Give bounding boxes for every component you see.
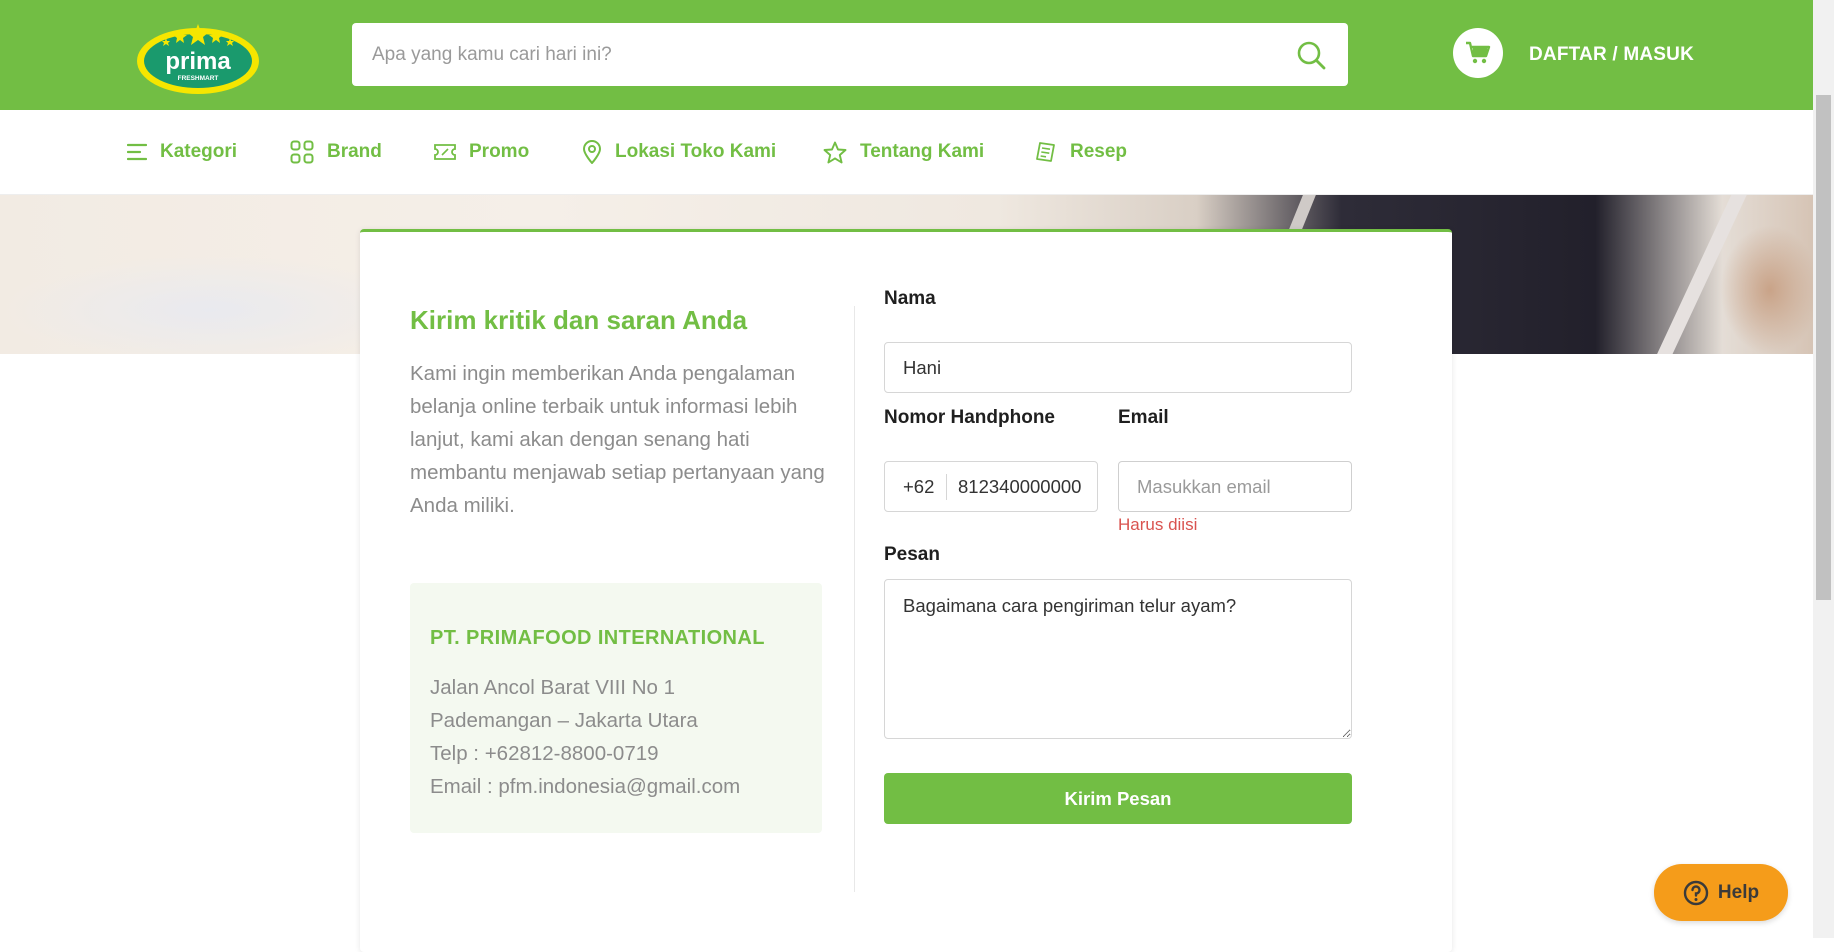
- search-icon[interactable]: [1296, 40, 1326, 70]
- top-header: prima FRESHMART DAFTAR / MASUK: [0, 0, 1813, 110]
- phone-country-code: +62: [903, 476, 935, 497]
- phone-label: Nomor Handphone: [884, 407, 1055, 428]
- cart-icon: [1466, 41, 1491, 64]
- phone-separator: [946, 474, 947, 500]
- company-info-box: PT. PRIMAFOOD INTERNATIONAL Jalan Ancol …: [410, 583, 822, 833]
- nav-item-label: Promo: [469, 141, 530, 162]
- message-label: Pesan: [884, 544, 940, 565]
- search-bar: [352, 23, 1348, 86]
- prima-freshmart-logo[interactable]: prima FRESHMART: [136, 21, 260, 95]
- nav-item-promo[interactable]: Promo: [434, 110, 529, 194]
- nav-item-label: Resep: [1070, 141, 1128, 162]
- category-navbar: Kategori Brand Promo Lokasi Toko Kami Te…: [0, 110, 1813, 195]
- message-textarea[interactable]: Bagaimana cara pengiriman telur ayam?: [884, 579, 1352, 739]
- phone-field: +62: [884, 461, 1098, 512]
- name-label: Nama: [884, 288, 936, 309]
- email-label: Email: [1118, 407, 1169, 428]
- company-address: Jalan Ancol Barat VIII No 1 Pademangan –…: [430, 671, 740, 803]
- company-name: PT. PRIMAFOOD INTERNATIONAL: [430, 627, 765, 649]
- name-field[interactable]: [884, 342, 1352, 393]
- page-title: Kirim kritik dan saran Anda: [410, 305, 748, 335]
- send-message-button[interactable]: Kirim Pesan: [884, 773, 1352, 824]
- nav-item-tentang[interactable]: Tentang Kami: [823, 110, 984, 194]
- intro-text: Kami ingin memberikan Anda pengalaman be…: [410, 362, 825, 517]
- location-pin-icon: [582, 140, 602, 164]
- address-line-1: Jalan Ancol Barat VIII No 1: [430, 676, 675, 699]
- nav-item-label: Kategori: [160, 141, 238, 162]
- nav-item-lokasi[interactable]: Lokasi Toko Kami: [582, 110, 776, 194]
- nav-item-label: Lokasi Toko Kami: [615, 141, 777, 162]
- cart-button[interactable]: [1453, 28, 1503, 78]
- nav-item-brand[interactable]: Brand: [290, 110, 382, 194]
- star-icon: [823, 141, 847, 163]
- search-input[interactable]: [372, 23, 1272, 86]
- nav-item-resep[interactable]: Resep: [1035, 110, 1127, 194]
- company-email: Email : pfm.indonesia@gmail.com: [430, 775, 741, 798]
- address-line-2: Pademangan – Jakarta Utara: [430, 709, 698, 732]
- ticket-icon: [434, 144, 456, 160]
- contact-form-card: Kirim kritik dan saran Anda Kami ingin m…: [360, 229, 1452, 952]
- page-scrollbar[interactable]: [1813, 0, 1834, 938]
- grid-icon: [290, 140, 314, 164]
- company-phone: Telp : +62812-8800-0719: [430, 742, 659, 765]
- email-error-message: Harus diisi: [1118, 515, 1198, 534]
- logo-subtext: FRESHMART: [178, 75, 219, 82]
- scrollbar-thumb[interactable]: [1816, 95, 1831, 600]
- nav-item-label: Tentang Kami: [860, 141, 985, 162]
- email-field[interactable]: [1118, 461, 1352, 512]
- column-divider: [854, 306, 855, 892]
- help-button[interactable]: Help: [1654, 864, 1788, 921]
- help-label: Help: [1717, 881, 1760, 903]
- login-register-link[interactable]: DAFTAR / MASUK: [1529, 44, 1694, 66]
- nav-item-label: Brand: [327, 141, 382, 162]
- nav-item-kategori[interactable]: Kategori: [127, 110, 237, 194]
- question-icon: [1683, 880, 1709, 905]
- menu-icon: [127, 143, 147, 161]
- phone-input[interactable]: [958, 462, 1086, 511]
- logo-wordmark: prima: [165, 48, 231, 75]
- receipt-icon: [1036, 142, 1055, 162]
